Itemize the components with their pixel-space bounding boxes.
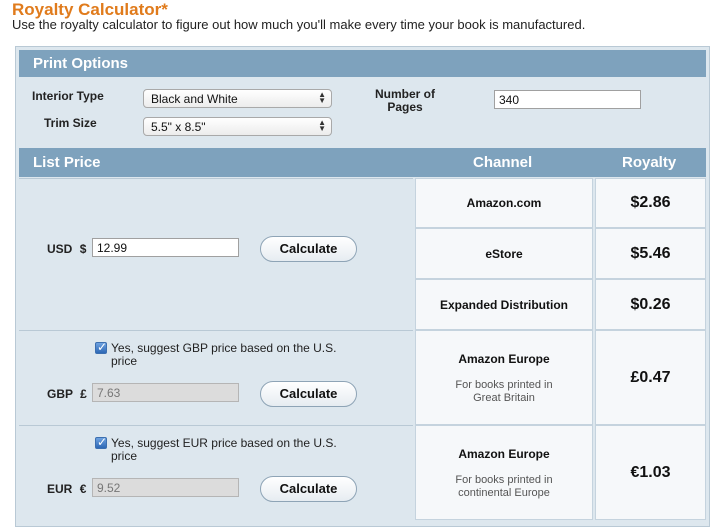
gbp-price-input[interactable]: 7.63: [92, 383, 239, 402]
list-price-heading: List Price: [33, 154, 101, 171]
gbp-code: GBP: [47, 387, 73, 401]
usd-price-input[interactable]: 12.99: [92, 238, 239, 257]
channel-note-line2: Great Britain: [473, 392, 535, 404]
eur-label: EUR €: [47, 482, 86, 496]
gbp-suggest-label: Yes, suggest GBP price based on the U.S.…: [111, 342, 336, 368]
gbp-symbol: £: [80, 387, 87, 401]
eur-suggest-line2: price: [111, 449, 138, 463]
channel-name: Amazon Europe: [458, 447, 550, 461]
royalty-value: €1.03: [630, 464, 671, 481]
interior-type-select[interactable]: Black and White ▲ ▼: [143, 89, 332, 108]
channel-note-line1: For books printed in: [455, 474, 553, 486]
channel-name: eStore: [485, 247, 523, 261]
channel-name: Expanded Distribution: [439, 298, 568, 312]
eur-code: EUR: [47, 482, 73, 496]
usd-calculate-button[interactable]: Calculate: [260, 236, 357, 262]
royalty-cell-amazon: $2.86: [595, 178, 706, 228]
usd-code: USD: [47, 242, 73, 256]
eur-suggest-label: Yes, suggest EUR price based on the U.S.…: [111, 437, 337, 463]
channel-cell-expanded: Expanded Distribution: [415, 279, 593, 330]
royalty-value: $5.46: [630, 245, 671, 262]
royalty-value: £0.47: [630, 369, 671, 386]
royalty-cell-expanded: $0.26: [595, 279, 706, 330]
print-options-heading: Print Options: [33, 55, 128, 72]
select-arrows-icon: ▲ ▼: [318, 118, 326, 133]
eur-suggest-line1: Yes, suggest EUR price based on the U.S.: [111, 436, 337, 450]
calculator-panel: Print Options Interior Type Black and Wh…: [15, 46, 710, 527]
channel-heading: Channel: [473, 154, 533, 171]
channel-cell-amazon-europe-gb: Amazon Europe For books printed in Great…: [415, 330, 593, 425]
pages-label-line2: Pages: [387, 100, 423, 114]
gbp-calculate-button[interactable]: Calculate: [260, 381, 357, 407]
channel-cell-amazon: Amazon.com: [415, 178, 593, 228]
trim-size-value: 5.5" x 8.5": [151, 120, 206, 134]
pages-input[interactable]: 340: [494, 90, 641, 109]
gbp-suggest-line1: Yes, suggest GBP price based on the U.S.: [111, 341, 337, 355]
eur-symbol: €: [79, 482, 87, 496]
trim-size-select[interactable]: 5.5" x 8.5" ▲ ▼: [143, 117, 332, 136]
channel-name: Amazon.com: [466, 196, 542, 210]
price-table-header: List Price Channel Royalty: [19, 148, 706, 177]
eur-price-input[interactable]: 9.52: [92, 478, 239, 497]
channel-note-line1: For books printed in: [455, 379, 553, 391]
royalty-cell-gbp: £0.47: [595, 330, 706, 425]
royalty-value: $2.86: [630, 194, 671, 211]
trim-size-label: Trim Size: [44, 116, 97, 130]
select-arrows-icon: ▲ ▼: [318, 90, 326, 105]
gbp-suggest-checkbox[interactable]: [95, 340, 107, 354]
page-subtitle: Use the royalty calculator to figure out…: [12, 17, 586, 32]
usd-symbol: $: [79, 242, 87, 256]
royalty-value: $0.26: [630, 296, 671, 313]
eur-suggest-checkbox[interactable]: [95, 435, 107, 449]
channel-note-line2: continental Europe: [458, 487, 550, 499]
royalty-heading: Royalty: [622, 154, 677, 171]
royalty-cell-estore: $5.46: [595, 228, 706, 279]
eur-calculate-button[interactable]: Calculate: [260, 476, 357, 502]
channel-cell-estore: eStore: [415, 228, 593, 279]
royalty-cell-eur: €1.03: [595, 425, 706, 520]
print-options-header: Print Options: [19, 50, 706, 77]
interior-type-value: Black and White: [151, 92, 238, 106]
channel-name: Amazon Europe: [458, 352, 550, 366]
gbp-label: GBP £: [47, 387, 87, 401]
gbp-suggest-line2: price: [111, 354, 138, 368]
pages-label: Number of Pages: [365, 88, 445, 114]
interior-type-label: Interior Type: [32, 89, 104, 103]
channel-cell-amazon-europe-eu: Amazon Europe For books printed in conti…: [415, 425, 593, 520]
usd-label: USD $: [47, 242, 86, 256]
